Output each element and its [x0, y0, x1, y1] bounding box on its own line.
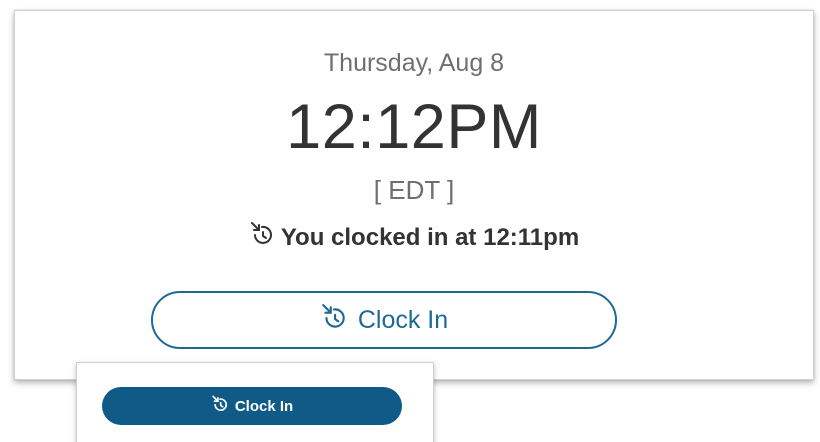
clock-in-button-label: Clock In — [357, 305, 449, 334]
clock-in-button-solid-label: Clock In — [234, 397, 294, 415]
clock-in-button[interactable]: Clock In — [151, 291, 617, 349]
clock-in-button-solid[interactable]: Clock In — [102, 387, 402, 425]
current-date: Thursday, Aug 8 — [323, 49, 505, 77]
clock-in-icon — [320, 303, 348, 338]
clock-status-text: You clocked in at 12:11pm — [280, 223, 580, 251]
timezone-label: [ EDT ] — [373, 175, 455, 205]
clock-status: You clocked in at 12:11pm — [15, 221, 813, 254]
stage: Thursday, Aug 8 12:12PM [ EDT ] You cloc… — [0, 0, 820, 442]
clock-card: Thursday, Aug 8 12:12PM [ EDT ] You cloc… — [14, 10, 814, 380]
current-time: 12:12PM — [286, 92, 542, 162]
clock-in-icon — [211, 395, 229, 417]
clock-in-icon — [249, 221, 275, 254]
inset-card: Clock In — [76, 362, 434, 442]
